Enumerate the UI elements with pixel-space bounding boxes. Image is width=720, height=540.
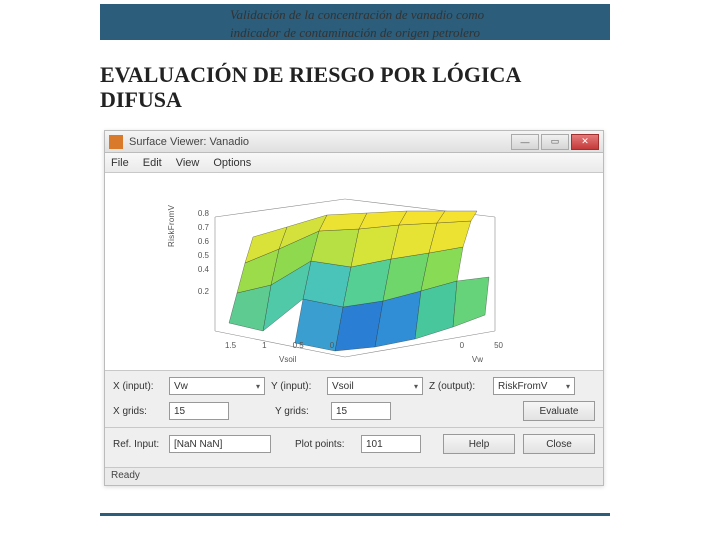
divider: [105, 427, 603, 428]
x-axis-label: Vsoil: [279, 355, 296, 364]
status-bar: Ready: [105, 467, 603, 485]
menu-bar: File Edit View Options: [105, 153, 603, 173]
y-input-select[interactable]: Vsoil ▾: [327, 377, 423, 395]
z-output-value: RiskFromV: [498, 381, 547, 392]
y-grids-value: 15: [336, 406, 347, 417]
y-axis-label: Vw: [472, 355, 483, 364]
z-tick: 0.7: [189, 221, 209, 235]
z-output-label: Z (output):: [429, 381, 489, 392]
y-tick: 0: [460, 341, 464, 350]
surface-plot[interactable]: 0.8 0.7 0.6 0.5 0.4 0.2 RiskFromV 1.5 1 …: [105, 173, 603, 371]
chevron-down-icon: ▾: [414, 382, 418, 391]
y-input-label: Y (input):: [271, 381, 323, 392]
x-input-label: X (input):: [113, 381, 165, 392]
x-tick: 0.5: [293, 341, 304, 350]
close-button-label: Close: [546, 439, 572, 450]
x-tick: 1: [262, 341, 266, 350]
x-grids-input[interactable]: 15: [169, 402, 229, 420]
x-tick: 0: [330, 341, 334, 350]
y-tick: 50: [494, 341, 503, 350]
help-button-label: Help: [469, 439, 490, 450]
z-tick: 0.6: [189, 235, 209, 249]
x-tick: 1.5: [225, 341, 236, 350]
x-input-select[interactable]: Vw ▾: [169, 377, 265, 395]
close-window-button[interactable]: ✕: [571, 134, 599, 150]
page-title: EVALUACIÓN DE RIESGO POR LÓGICA DIFUSA: [100, 62, 570, 113]
y-grids-input[interactable]: 15: [331, 402, 391, 420]
close-button[interactable]: Close: [523, 434, 595, 454]
chevron-down-icon: ▾: [256, 382, 260, 391]
menu-edit[interactable]: Edit: [143, 157, 162, 169]
header-line-2: indicador de contaminación de origen pet…: [230, 25, 480, 40]
status-text: Ready: [111, 470, 140, 481]
matlab-icon: [109, 135, 123, 149]
header-line-1: Validación de la concentración de vanadi…: [230, 7, 484, 22]
z-axis-label: RiskFromV: [167, 205, 176, 247]
ref-input-field[interactable]: [NaN NaN]: [169, 435, 271, 453]
menu-options[interactable]: Options: [213, 157, 251, 169]
chevron-down-icon: ▾: [566, 382, 570, 391]
ref-input-value: [NaN NaN]: [174, 439, 222, 450]
menu-file[interactable]: File: [111, 157, 129, 169]
plot-points-value: 101: [366, 439, 383, 450]
help-button[interactable]: Help: [443, 434, 515, 454]
x-input-value: Vw: [174, 381, 188, 392]
z-tick: 0.2: [189, 285, 209, 299]
window-title: Surface Viewer: Vanadio: [129, 136, 249, 148]
footer-accent-line: [100, 513, 610, 516]
evaluate-button-label: Evaluate: [540, 406, 579, 417]
z-output-select[interactable]: RiskFromV ▾: [493, 377, 575, 395]
y-grids-label: Y grids:: [275, 406, 327, 417]
maximize-button[interactable]: ▭: [541, 134, 569, 150]
plot-points-label: Plot points:: [295, 439, 357, 450]
y-axis-ticks: 0 50: [460, 341, 503, 350]
surface-viewer-window: Surface Viewer: Vanadio — ▭ ✕ File Edit …: [104, 130, 604, 486]
x-axis-ticks: 1.5 1 0.5 0: [225, 341, 334, 350]
y-input-value: Vsoil: [332, 381, 354, 392]
z-tick: 0.5: [189, 249, 209, 263]
menu-view[interactable]: View: [176, 157, 200, 169]
x-grids-value: 15: [174, 406, 185, 417]
minimize-button[interactable]: —: [511, 134, 539, 150]
header-subtitle: Validación de la concentración de vanadi…: [230, 6, 610, 41]
plot-points-input[interactable]: 101: [361, 435, 421, 453]
z-tick: 0.4: [189, 263, 209, 277]
evaluate-button[interactable]: Evaluate: [523, 401, 595, 421]
z-tick: 0.8: [189, 207, 209, 221]
z-axis-ticks: 0.8 0.7 0.6 0.5 0.4 0.2: [189, 207, 209, 299]
x-grids-label: X grids:: [113, 406, 165, 417]
window-titlebar[interactable]: Surface Viewer: Vanadio — ▭ ✕: [105, 131, 603, 153]
ref-input-label: Ref. Input:: [113, 439, 165, 450]
controls-panel: X (input): Vw ▾ Y (input): Vsoil ▾ Z (outp…: [105, 371, 603, 464]
